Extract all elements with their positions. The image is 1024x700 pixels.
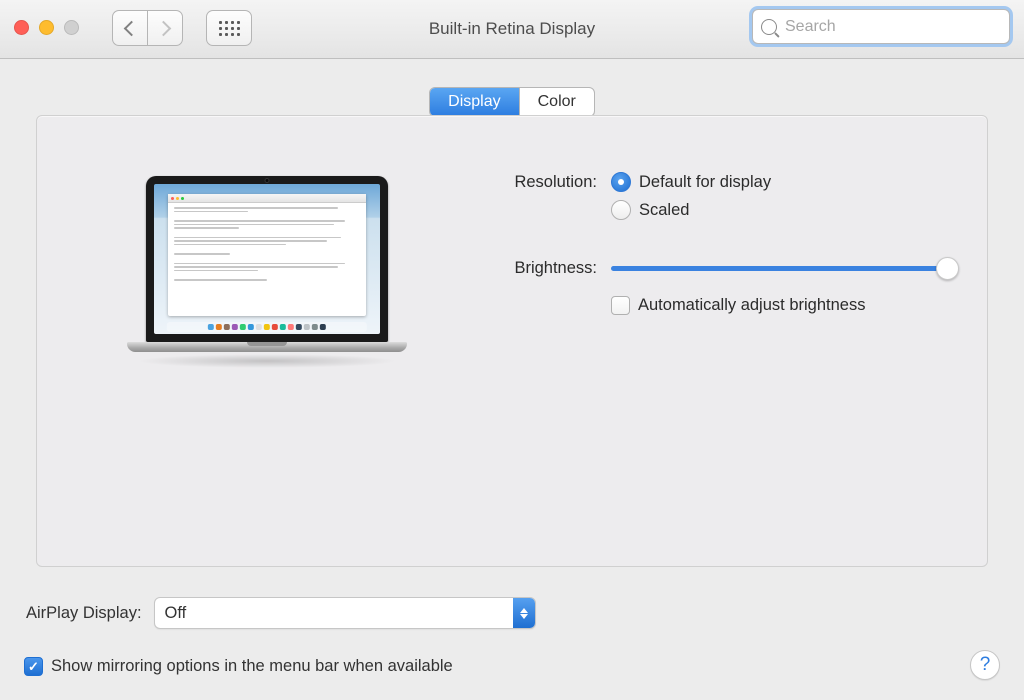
brightness-slider[interactable] [611,258,957,278]
bottom-area: AirPlay Display: Off Show mirroring opti… [0,583,1024,700]
slider-thumb[interactable] [936,257,959,280]
brightness-label: Brightness: [485,258,597,278]
radio-label: Default for display [639,173,771,192]
mirroring-checkbox[interactable]: Show mirroring options in the menu bar w… [24,657,453,676]
mirroring-row: Show mirroring options in the menu bar w… [24,657,1000,676]
radio-label: Scaled [639,201,689,220]
checkbox-label: Show mirroring options in the menu bar w… [51,657,453,676]
display-thumbnail [127,176,407,368]
checkbox-icon [611,296,630,315]
popup-arrows-icon [513,598,535,628]
tab-segment: Display Color [429,87,595,117]
airplay-popup[interactable]: Off [154,597,536,629]
brightness-row: Brightness: Automatically adjust brightn… [485,258,957,315]
help-button[interactable]: ? [970,650,1000,680]
slider-track [611,266,957,271]
airplay-label: AirPlay Display: [26,604,142,623]
tab-color[interactable]: Color [519,88,594,116]
search-icon [761,19,777,35]
help-icon: ? [980,654,991,676]
radio-default-for-display[interactable]: Default for display [611,172,957,192]
search-field[interactable] [752,9,1010,44]
display-settings: Resolution: Default for display Scaled B… [485,172,957,345]
search-input[interactable] [783,17,967,37]
resolution-row: Resolution: Default for display Scaled [485,172,957,228]
radio-scaled[interactable]: Scaled [611,200,957,220]
radio-icon [611,172,631,192]
settings-panel: Resolution: Default for display Scaled B… [36,115,988,567]
tab-display[interactable]: Display [430,88,518,116]
airplay-row: AirPlay Display: Off [24,597,1000,629]
resolution-label: Resolution: [485,172,597,192]
tab-bar: Display Color [0,59,1024,117]
checkbox-label: Automatically adjust brightness [638,296,865,315]
checkbox-icon [24,657,43,676]
auto-brightness-checkbox[interactable]: Automatically adjust brightness [611,296,957,315]
toolbar: Built-in Retina Display [0,0,1024,59]
radio-icon [611,200,631,220]
airplay-value: Off [165,604,187,623]
